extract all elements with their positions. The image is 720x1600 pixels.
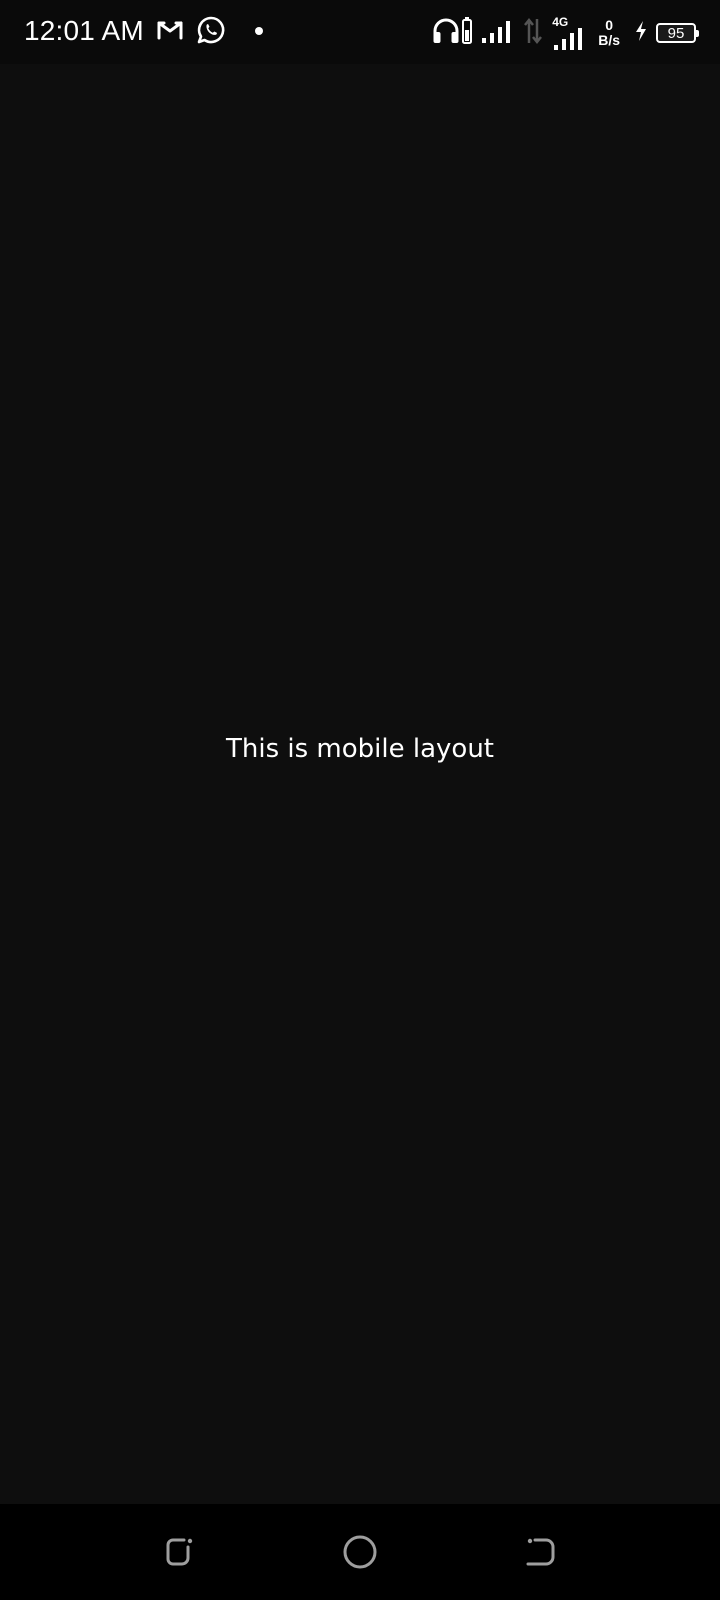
headphones-battery-icon bbox=[432, 16, 473, 51]
signal-sim1-icon bbox=[480, 18, 514, 49]
home-button[interactable] bbox=[338, 1530, 382, 1574]
battery-indicator: 95 bbox=[656, 23, 699, 43]
layout-message: This is mobile layout bbox=[226, 734, 494, 764]
charging-bolt-icon bbox=[634, 20, 648, 47]
back-button[interactable] bbox=[518, 1530, 562, 1574]
gmail-icon bbox=[156, 19, 184, 46]
recent-apps-button[interactable] bbox=[158, 1530, 202, 1574]
signal-sim2-4g-icon: 4G bbox=[552, 15, 586, 51]
more-notifications-dot-icon bbox=[254, 23, 264, 41]
battery-level: 95 bbox=[667, 24, 685, 42]
home-circle-icon bbox=[343, 1535, 377, 1569]
status-time: 12:01 AM bbox=[24, 15, 144, 46]
recent-apps-icon bbox=[166, 1538, 193, 1566]
navigation-bar bbox=[0, 1504, 720, 1600]
whatsapp-icon bbox=[196, 15, 226, 50]
notification-icons bbox=[156, 15, 264, 49]
network-speed: 0 B/s bbox=[598, 18, 620, 48]
network-speed-value: 0 bbox=[605, 17, 613, 33]
status-bar: 12:01 AM 4G 0 B/s 95 bbox=[0, 0, 720, 64]
network-speed-unit: B/s bbox=[598, 32, 620, 48]
phone-screen: 12:01 AM 4G 0 B/s 95 This is mobile layo… bbox=[0, 0, 720, 1600]
data-arrows-icon bbox=[522, 17, 544, 50]
main-content: This is mobile layout bbox=[0, 64, 720, 1504]
back-icon bbox=[526, 1538, 555, 1566]
system-icons: 4G 0 B/s 95 bbox=[432, 14, 699, 52]
